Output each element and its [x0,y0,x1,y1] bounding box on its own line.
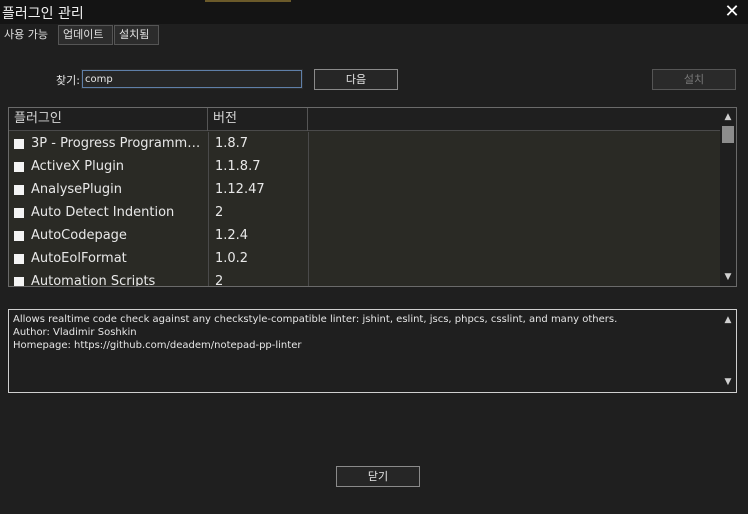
row-checkbox[interactable] [14,208,24,218]
tab-installed[interactable]: 설치됨 [114,25,159,45]
next-button[interactable]: 다음 [314,69,398,90]
table-row[interactable]: AutoCodepage 1.2.4 [9,224,722,247]
plugin-version: 1.0.2 [215,251,249,266]
scrollbar-thumb[interactable] [722,126,734,143]
column-header-version[interactable]: 버전 [208,108,308,131]
scroll-down-icon[interactable]: ▼ [720,270,736,284]
scroll-down-icon[interactable]: ▼ [721,375,735,389]
plugin-name: AnalysePlugin [31,182,122,197]
search-label: 찾기: [56,74,80,87]
window-title: 플러그인 관리 [2,6,84,22]
plugin-version: 1.2.4 [215,228,249,243]
list-scrollbar[interactable]: ▲ ▼ [720,108,736,286]
install-button[interactable]: 설치 [652,69,736,90]
tab-available[interactable]: 사용 가능 [0,25,57,45]
row-checkbox[interactable] [14,231,24,241]
plugin-version: 1.8.7 [215,136,249,151]
close-icon[interactable]: ✕ [722,2,742,22]
table-row[interactable]: AnalysePlugin 1.12.47 [9,178,722,201]
table-row[interactable]: ActiveX Plugin 1.1.8.7 [9,155,722,178]
table-row[interactable]: AutoEolFormat 1.0.2 [9,247,722,270]
close-button[interactable]: 닫기 [336,466,420,487]
column-header-plugin[interactable]: 플러그인 [9,108,208,131]
tab-updates[interactable]: 업데이트 [58,25,113,45]
plugin-version: 1.1.8.7 [215,159,261,174]
row-checkbox[interactable] [14,162,24,172]
plugin-name: Automation Scripts [31,274,156,287]
scroll-up-icon[interactable]: ▲ [721,313,735,327]
plugin-name: 3P - Progress Programme... [31,136,207,151]
plugin-name: AutoCodepage [31,228,127,243]
plugin-name: Auto Detect Indention [31,205,175,220]
description-scrollbar[interactable]: ▲ ▼ [721,311,735,391]
plugin-name: AutoEolFormat [31,251,127,266]
scroll-up-icon[interactable]: ▲ [720,110,736,124]
list-header: 플러그인 버전 [9,108,722,131]
row-checkbox[interactable] [14,185,24,195]
table-row[interactable]: Auto Detect Indention 2 [9,201,722,224]
row-checkbox[interactable] [14,277,24,286]
plugin-list[interactable]: 플러그인 버전 3P - Progress Programme... 1.8.7… [8,107,737,287]
title-bar: 플러그인 관리 ✕ [0,0,748,24]
plugin-name: ActiveX Plugin [31,159,125,174]
table-row[interactable]: Automation Scripts 2 [9,270,722,287]
row-checkbox[interactable] [14,139,24,149]
title-accent-bar [205,0,291,2]
search-input[interactable] [81,69,303,89]
row-checkbox[interactable] [14,254,24,264]
plugin-version: 2 [215,274,224,287]
description-box[interactable]: Allows realtime code check against any c… [8,309,737,393]
plugin-version: 2 [215,205,224,220]
plugin-version: 1.12.47 [215,182,265,197]
table-row[interactable]: 3P - Progress Programme... 1.8.7 [9,132,722,155]
description-text: Allows realtime code check against any c… [13,314,618,351]
